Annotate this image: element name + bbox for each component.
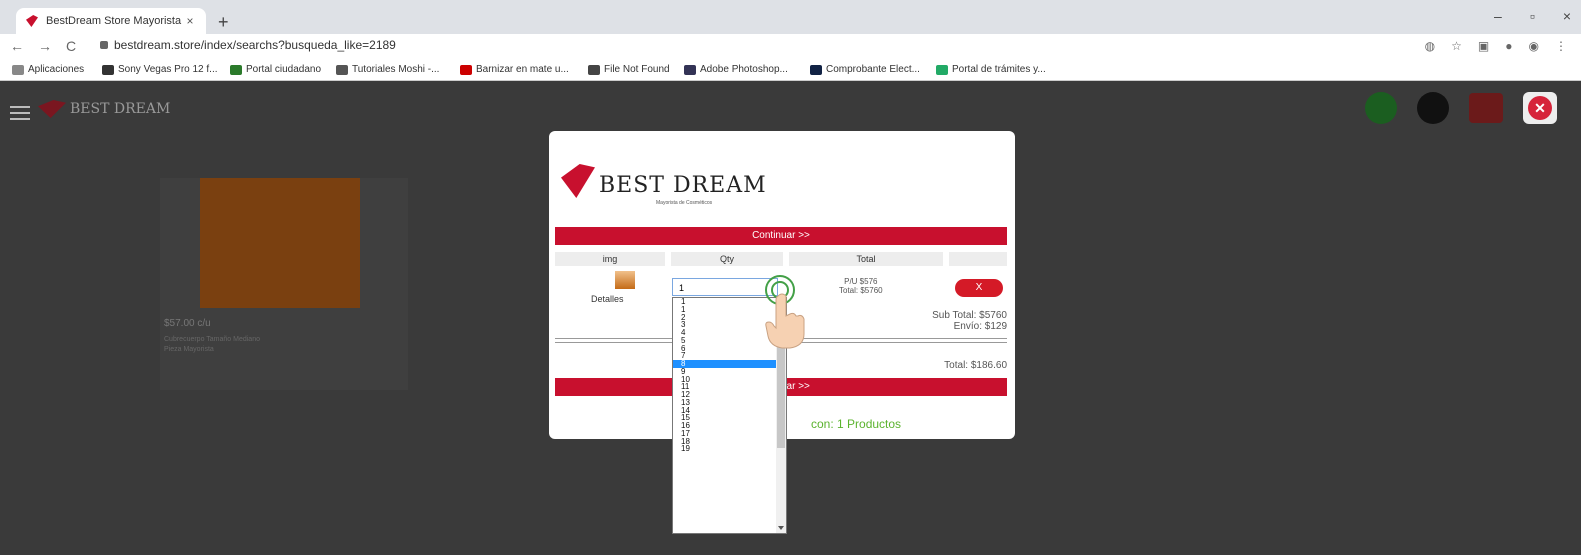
- bookmark-item[interactable]: Barnizar en mate u...: [460, 64, 569, 75]
- cart-count: con: 1 Productos: [811, 417, 902, 431]
- browser-tab[interactable]: BestDream Store Mayorista de C ×: [16, 8, 206, 34]
- reload-icon[interactable]: C: [66, 38, 76, 54]
- dropdown-option[interactable]: 7: [673, 352, 786, 360]
- star-icon[interactable]: ☆: [1451, 39, 1462, 53]
- site-favicon-icon: [26, 15, 38, 27]
- product-card: $57.00 c/u Cubrecuerpo Tamaño Mediano Pi…: [160, 178, 408, 390]
- bookmark-item[interactable]: Comprobante Elect...: [810, 64, 920, 75]
- address-bar-row: ← → C bestdream.store/index/searchs?busq…: [0, 34, 1581, 61]
- url-text: bestdream.store/index/searchs?busqueda_l…: [114, 38, 396, 52]
- brand-name: BEST DREAM: [599, 173, 767, 198]
- apps-grid-icon: [12, 64, 24, 75]
- whatsapp-icon[interactable]: [1365, 92, 1397, 124]
- cart-summary: Sub Total: $5760 Envío: $129: [932, 310, 1007, 332]
- product-image: [200, 178, 360, 308]
- chat-icon[interactable]: [1417, 92, 1449, 124]
- item-prices: P/U $576 Total: $5760: [839, 277, 883, 295]
- browser-tab-strip: BestDream Store Mayorista de C × + – ▫ ×: [0, 0, 1581, 34]
- translate-icon[interactable]: ◍: [1425, 39, 1435, 53]
- menu-kebab-icon[interactable]: ⋮: [1555, 39, 1567, 53]
- bookmark-icon: [936, 64, 948, 75]
- brand-tagline: Mayorista de Cosméticos: [656, 200, 713, 206]
- dropdown-option-highlighted[interactable]: 8: [673, 360, 786, 368]
- site-logo[interactable]: BEST DREAM: [38, 100, 170, 118]
- remove-item-button[interactable]: X: [955, 279, 1003, 297]
- wishlist-heart-icon[interactable]: [1469, 93, 1503, 123]
- bookmark-item[interactable]: Portal ciudadano: [230, 64, 321, 75]
- bookmark-icon: [810, 64, 822, 75]
- minimize-button[interactable]: –: [1494, 8, 1502, 24]
- address-bar[interactable]: bestdream.store/index/searchs?busqueda_l…: [100, 38, 396, 52]
- site-logo-text: BEST DREAM: [70, 101, 171, 117]
- brand-mark-icon: [561, 164, 595, 198]
- column-header-img: img: [555, 252, 665, 266]
- tab-close-icon[interactable]: ×: [182, 14, 198, 28]
- close-modal-button[interactable]: ✕: [1523, 92, 1557, 124]
- youtube-icon: [460, 64, 472, 75]
- product-thumbnail[interactable]: [615, 271, 635, 289]
- pointer-hand-icon: [765, 293, 805, 349]
- bookmark-item[interactable]: Portal de trámites y...: [936, 64, 1046, 75]
- header-icons: ✕: [1365, 92, 1557, 124]
- product-description: Pieza Mayorista: [164, 346, 214, 353]
- bookmark-icon: [230, 64, 242, 75]
- quantity-select[interactable]: 1: [672, 278, 778, 296]
- bookmark-icon: [336, 64, 348, 75]
- back-arrow-icon[interactable]: ←: [10, 38, 24, 54]
- product-description: Cubrecuerpo Tamaño Mediano: [164, 336, 260, 343]
- item-total: Total: $5760: [839, 286, 883, 295]
- nav-buttons: ← → C: [10, 38, 76, 54]
- maximize-button[interactable]: ▫: [1530, 8, 1535, 24]
- bookmark-icon: [588, 64, 600, 75]
- continue-button-top[interactable]: Continuar >>: [555, 227, 1007, 245]
- brand-mark-icon: [38, 100, 66, 118]
- details-link[interactable]: Detalles: [591, 294, 624, 304]
- profile-avatar-icon[interactable]: ◉: [1529, 39, 1539, 53]
- bookmarks-bar: Aplicaciones Sony Vegas Pro 12 f... Port…: [0, 60, 1581, 81]
- subtotal: Sub Total: $5760: [932, 310, 1007, 321]
- product-price: $57.00 c/u: [164, 318, 211, 329]
- hamburger-menu-icon[interactable]: [10, 106, 30, 120]
- column-header-actions: [949, 252, 1007, 266]
- pdf-extension-icon[interactable]: ▣: [1478, 39, 1489, 53]
- unit-price: P/U $576: [844, 277, 878, 286]
- close-icon: ✕: [1528, 96, 1552, 120]
- dropdown-option[interactable]: 10: [673, 375, 786, 384]
- forward-arrow-icon[interactable]: →: [38, 38, 52, 54]
- column-header-qty: Qty: [671, 252, 783, 266]
- tab-title: BestDream Store Mayorista de C: [46, 15, 182, 27]
- scroll-down-arrow-icon[interactable]: [778, 526, 784, 530]
- window-controls: – ▫ ×: [1494, 8, 1571, 24]
- window-close-button[interactable]: ×: [1563, 8, 1571, 24]
- column-header-total: Total: [789, 252, 943, 266]
- new-tab-button[interactable]: +: [218, 12, 229, 33]
- bookmark-icon: [102, 64, 114, 75]
- bookmark-item[interactable]: Sony Vegas Pro 12 f...: [102, 64, 218, 75]
- bookmark-item[interactable]: Tutoriales Moshi -...: [336, 64, 439, 75]
- grand-total: Total: $186.60: [944, 360, 1007, 371]
- dropdown-option[interactable]: 19: [673, 445, 786, 453]
- bookmark-apps[interactable]: Aplicaciones: [12, 64, 84, 75]
- bookmark-item[interactable]: File Not Found: [588, 64, 670, 75]
- modal-logo: BEST DREAM Mayorista de Cosméticos: [561, 164, 767, 206]
- bookmark-item[interactable]: Adobe Photoshop...: [684, 64, 788, 75]
- lock-icon: [100, 41, 108, 49]
- browser-extension-icons: ◍ ☆ ▣ ● ◉ ⋮: [1425, 39, 1567, 53]
- photoshop-icon: [684, 64, 696, 75]
- extension-icon[interactable]: ●: [1505, 39, 1512, 53]
- shipping: Envío: $129: [953, 321, 1007, 332]
